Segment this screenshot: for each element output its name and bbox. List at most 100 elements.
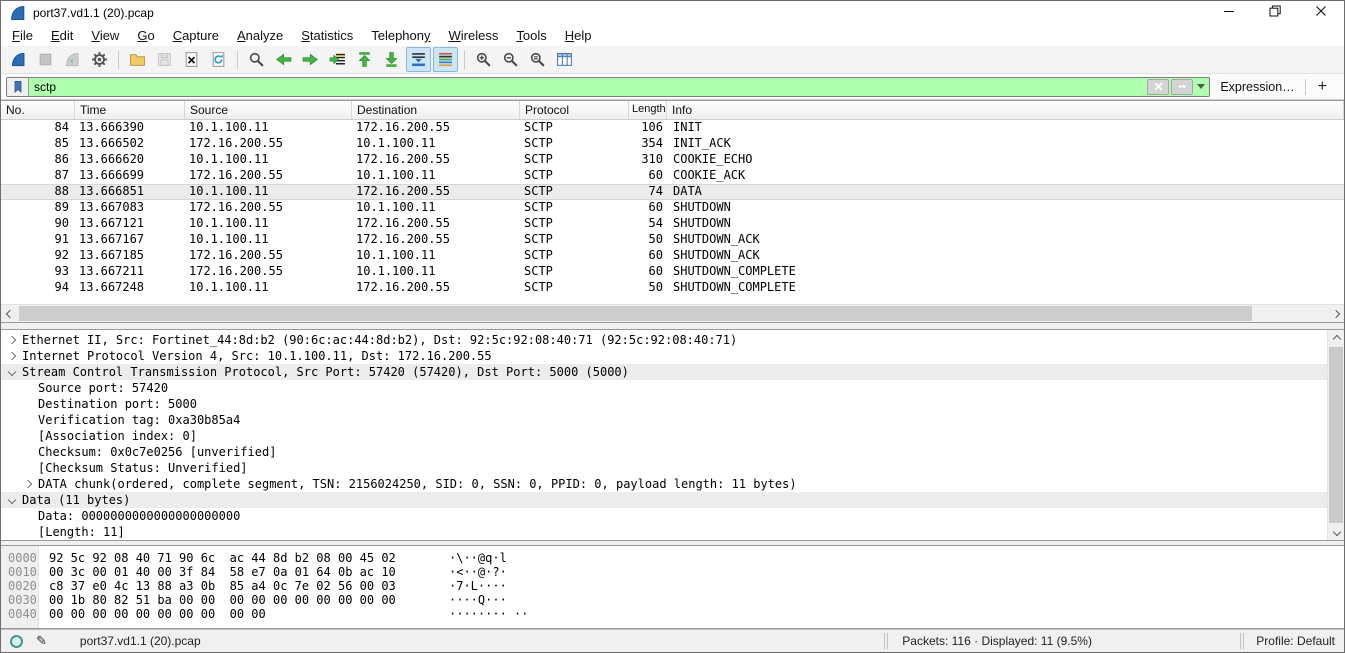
- column-header-no[interactable]: No.: [1, 101, 75, 119]
- scroll-left-button[interactable]: [1, 305, 18, 322]
- menu-item-help[interactable]: Help: [556, 26, 601, 45]
- menu-item-tools[interactable]: Tools: [507, 26, 555, 45]
- restore-button[interactable]: [1252, 1, 1298, 25]
- column-header-length[interactable]: Length: [629, 101, 667, 119]
- cell-source: 10.1.100.11: [185, 184, 352, 200]
- hex-row-0030[interactable]: 003000 1b 80 82 51 ba 00 00 00 00 00 00 …: [1, 593, 1344, 607]
- detail-line[interactable]: DATA chunk(ordered, complete segment, TS…: [1, 476, 1344, 492]
- packet-row-91[interactable]: 9113.66716710.1.100.11172.16.200.55SCTP5…: [1, 232, 1344, 248]
- column-header-destination[interactable]: Destination: [352, 101, 520, 119]
- detail-line[interactable]: Internet Protocol Version 4, Src: 10.1.1…: [1, 348, 1344, 364]
- filter-history-dropdown-icon[interactable]: [1197, 84, 1205, 89]
- menu-item-go[interactable]: Go: [128, 26, 163, 45]
- cell-length: 60: [629, 264, 667, 280]
- status-profile[interactable]: Profile: Default: [1244, 634, 1344, 648]
- zoom-reset-button[interactable]: [525, 47, 550, 72]
- horizontal-scroll-thumb[interactable]: [19, 306, 1252, 321]
- expand-icon[interactable]: [8, 336, 16, 344]
- detail-line[interactable]: [Length: 11]: [1, 524, 1344, 540]
- horizontal-scrollbar[interactable]: [1, 304, 1344, 322]
- expression-button[interactable]: Expression…: [1220, 80, 1294, 94]
- packet-row-94[interactable]: 9413.66724810.1.100.11172.16.200.55SCTP5…: [1, 280, 1344, 296]
- close-button[interactable]: [1298, 1, 1344, 25]
- scroll-down-button[interactable]: [1328, 523, 1344, 540]
- vertical-scrollbar[interactable]: [1327, 330, 1344, 540]
- scroll-up-button[interactable]: [1328, 330, 1344, 347]
- column-header-protocol[interactable]: Protocol: [520, 101, 629, 119]
- go-last-button[interactable]: [379, 47, 404, 72]
- zoom-in-button[interactable]: [471, 47, 496, 72]
- auto-scroll-button[interactable]: [406, 47, 431, 72]
- column-header-info[interactable]: Info: [667, 101, 1344, 119]
- stop-capture-button[interactable]: [33, 47, 58, 72]
- display-filter-input[interactable]: [29, 80, 1147, 94]
- collapse-icon[interactable]: [8, 368, 16, 376]
- menu-item-wireless[interactable]: Wireless: [440, 26, 508, 45]
- capture-comment-icon[interactable]: ✎: [36, 633, 47, 649]
- go-to-packet-button[interactable]: [325, 47, 350, 72]
- packet-row-88[interactable]: 8813.66685110.1.100.11172.16.200.55SCTP7…: [1, 184, 1344, 200]
- menu-item-statistics[interactable]: Statistics: [292, 26, 362, 45]
- expand-icon[interactable]: [8, 352, 16, 360]
- menu-item-analyze[interactable]: Analyze: [228, 26, 292, 45]
- column-header-source[interactable]: Source: [185, 101, 352, 119]
- status-packet-counts: Packets: 116 · Displayed: 11 (9.5%): [888, 634, 1240, 648]
- hex-row-0010[interactable]: 001000 3c 00 01 40 00 3f 84 58 e7 0a 01 …: [1, 565, 1344, 579]
- detail-line[interactable]: [Checksum Status: Unverified]: [1, 460, 1344, 476]
- zoom-out-button[interactable]: [498, 47, 523, 72]
- detail-line[interactable]: Destination port: 5000: [1, 396, 1344, 412]
- detail-line[interactable]: Checksum: 0x0c7e0256 [unverified]: [1, 444, 1344, 460]
- colorize-button[interactable]: [433, 47, 458, 72]
- save-file-button[interactable]: [152, 47, 177, 72]
- find-packet-button[interactable]: [244, 47, 269, 72]
- menu-item-telephony[interactable]: Telephony: [362, 26, 439, 45]
- expert-info-icon[interactable]: [10, 635, 23, 648]
- hex-row-0020[interactable]: 0020c8 37 e0 4c 13 88 a3 0b 85 a4 0c 7e …: [1, 579, 1344, 593]
- capture-options-button[interactable]: [87, 47, 112, 72]
- column-header-time[interactable]: Time: [75, 101, 185, 119]
- open-file-button[interactable]: [125, 47, 150, 72]
- menu-item-file[interactable]: File: [3, 26, 42, 45]
- packet-row-87[interactable]: 8713.666699172.16.200.5510.1.100.11SCTP6…: [1, 168, 1344, 184]
- resize-columns-button[interactable]: [552, 47, 577, 72]
- cell-protocol: SCTP: [520, 120, 629, 136]
- detail-line[interactable]: Ethernet II, Src: Fortinet_44:8d:b2 (90:…: [1, 332, 1344, 348]
- packet-row-86[interactable]: 8613.66662010.1.100.11172.16.200.55SCTP3…: [1, 152, 1344, 168]
- apply-filter-button[interactable]: [1171, 79, 1193, 95]
- menu-item-edit[interactable]: Edit: [42, 26, 82, 45]
- packet-row-92[interactable]: 9213.667185172.16.200.5510.1.100.11SCTP6…: [1, 248, 1344, 264]
- vertical-scroll-thumb[interactable]: [1329, 347, 1343, 523]
- menu-item-capture[interactable]: Capture: [164, 26, 228, 45]
- detail-line[interactable]: [Association index: 0]: [1, 428, 1344, 444]
- detail-line[interactable]: Data: 0000000000000000000000: [1, 508, 1344, 524]
- packet-row-84[interactable]: 8413.66639010.1.100.11172.16.200.55SCTP1…: [1, 120, 1344, 136]
- filter-bookmark-button[interactable]: [7, 78, 29, 96]
- clear-filter-button[interactable]: [1147, 79, 1169, 95]
- detail-line[interactable]: Verification tag: 0xa30b85a4: [1, 412, 1344, 428]
- go-first-button[interactable]: [352, 47, 377, 72]
- add-filter-button[interactable]: +: [1306, 78, 1339, 96]
- packet-row-93[interactable]: 9313.667211172.16.200.5510.1.100.11SCTP6…: [1, 264, 1344, 280]
- detail-line[interactable]: Source port: 57420: [1, 380, 1344, 396]
- detail-line[interactable]: Data (11 bytes): [1, 492, 1344, 508]
- menu-item-view[interactable]: View: [82, 26, 128, 45]
- scroll-right-button[interactable]: [1327, 305, 1344, 322]
- cell-time: 13.666502: [75, 136, 185, 152]
- expand-icon[interactable]: [24, 480, 32, 488]
- close-file-button[interactable]: [179, 47, 204, 72]
- hex-bytes: 00 1b 80 82 51 ba 00 00 00 00 00 00 00 0…: [49, 593, 396, 607]
- packet-row-89[interactable]: 8913.667083172.16.200.5510.1.100.11SCTP6…: [1, 200, 1344, 216]
- hex-row-0000[interactable]: 000092 5c 92 08 40 71 90 6c ac 44 8d b2 …: [1, 551, 1344, 565]
- minimize-button[interactable]: [1206, 1, 1252, 25]
- start-capture-button[interactable]: [6, 47, 31, 72]
- go-forward-button[interactable]: [298, 47, 323, 72]
- go-back-button[interactable]: [271, 47, 296, 72]
- reload-file-button[interactable]: [206, 47, 231, 72]
- packet-row-85[interactable]: 8513.666502172.16.200.5510.1.100.11SCTP3…: [1, 136, 1344, 152]
- packet-row-90[interactable]: 9013.66712110.1.100.11172.16.200.55SCTP5…: [1, 216, 1344, 232]
- detail-line[interactable]: Stream Control Transmission Protocol, Sr…: [1, 364, 1344, 380]
- collapse-icon[interactable]: [8, 496, 16, 504]
- cell-length: 54: [629, 216, 667, 232]
- hex-row-0040[interactable]: 004000 00 00 00 00 00 00 00 00 00·······…: [1, 607, 1344, 621]
- restart-capture-button[interactable]: [60, 47, 85, 72]
